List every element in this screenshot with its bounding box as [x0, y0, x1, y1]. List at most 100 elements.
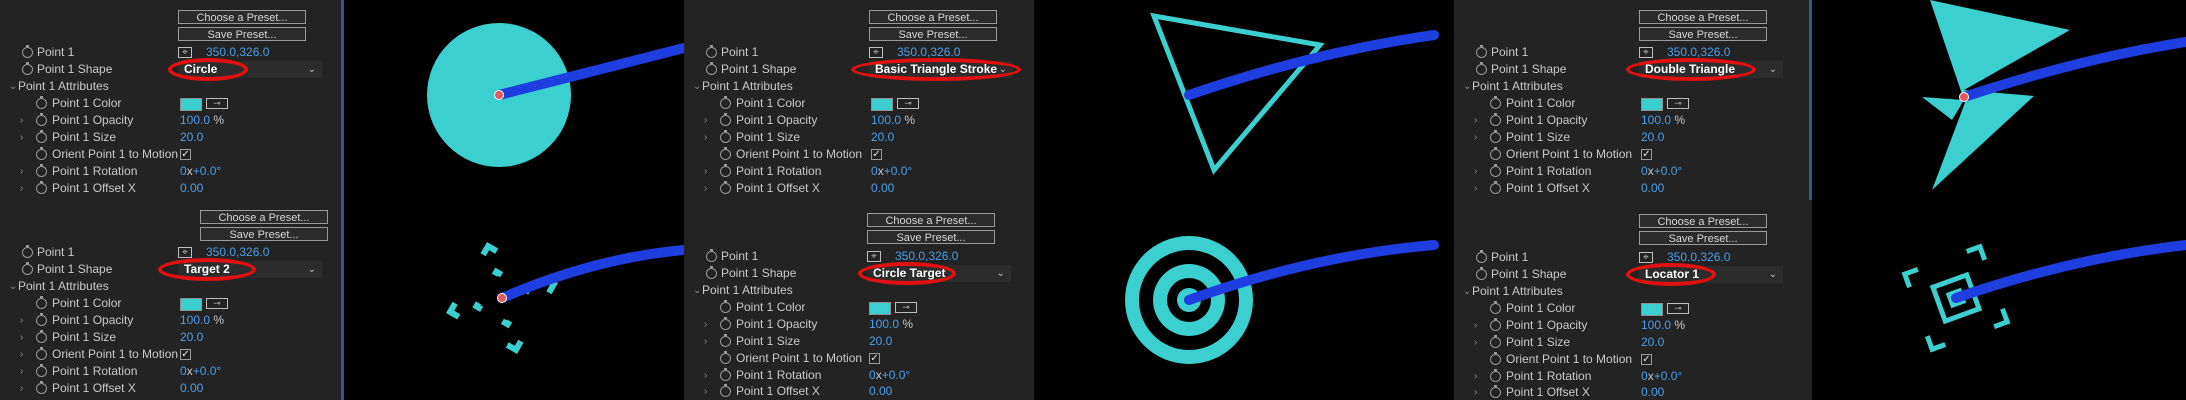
- anchor-point-icon[interactable]: [1959, 92, 1969, 102]
- stopwatch-icon[interactable]: [720, 351, 731, 364]
- choose-preset-button[interactable]: Choose a Preset...: [1639, 214, 1767, 228]
- opacity-value[interactable]: 100.0 %: [869, 316, 913, 333]
- stopwatch-icon[interactable]: [706, 62, 717, 75]
- opacity-value[interactable]: 100.0 %: [180, 312, 224, 329]
- twirl-arrow-icon[interactable]: ⌄: [9, 278, 17, 295]
- stopwatch-icon[interactable]: [720, 300, 731, 313]
- stopwatch-icon[interactable]: [1476, 62, 1487, 75]
- attributes-section[interactable]: ⌄ Point 1 Attributes: [0, 78, 344, 95]
- attributes-section[interactable]: ⌄ Point 1 Attributes: [1454, 78, 1812, 95]
- twirl-arrow-icon[interactable]: ›: [20, 329, 28, 346]
- eyedropper-icon[interactable]: ⊸: [897, 98, 919, 109]
- stopwatch-icon[interactable]: [36, 130, 47, 143]
- stopwatch-icon[interactable]: [706, 45, 717, 58]
- twirl-arrow-icon[interactable]: ›: [704, 383, 712, 400]
- stopwatch-icon[interactable]: [36, 381, 47, 394]
- twirl-arrow-icon[interactable]: ›: [1474, 180, 1482, 197]
- twirl-arrow-icon[interactable]: ›: [704, 367, 712, 384]
- eyedropper-icon[interactable]: ⊸: [895, 302, 917, 313]
- twirl-arrow-icon[interactable]: ›: [20, 312, 28, 329]
- orient-checkbox[interactable]: ✓: [180, 149, 191, 160]
- stopwatch-icon[interactable]: [36, 347, 47, 360]
- twirl-arrow-icon[interactable]: ›: [1474, 334, 1482, 351]
- anchor-point-icon[interactable]: [497, 293, 507, 303]
- stopwatch-icon[interactable]: [36, 147, 47, 160]
- composition-viewer-basic-triangle-stroke[interactable]: [1034, 0, 1454, 200]
- stopwatch-icon[interactable]: [22, 45, 33, 58]
- rotation-value[interactable]: 0x+0.0°: [1641, 163, 1682, 180]
- stopwatch-icon[interactable]: [720, 130, 731, 143]
- attributes-section[interactable]: ⌄ Point 1 Attributes: [684, 78, 1034, 95]
- orient-checkbox[interactable]: ✓: [180, 349, 191, 360]
- color-swatch[interactable]: [869, 302, 891, 315]
- size-value[interactable]: 20.0: [180, 129, 203, 146]
- stopwatch-icon[interactable]: [1490, 164, 1501, 177]
- attributes-section[interactable]: ⌄ Point 1 Attributes: [1454, 283, 1812, 300]
- size-value[interactable]: 20.0: [869, 333, 892, 350]
- choose-preset-button[interactable]: Choose a Preset...: [1639, 10, 1767, 24]
- rotation-value[interactable]: 0x+0.0°: [871, 163, 912, 180]
- stopwatch-icon[interactable]: [1490, 385, 1501, 398]
- stopwatch-icon[interactable]: [36, 330, 47, 343]
- anchor-point-icon[interactable]: [494, 90, 504, 100]
- stopwatch-icon[interactable]: [1490, 130, 1501, 143]
- save-preset-button[interactable]: Save Preset...: [200, 227, 328, 241]
- twirl-arrow-icon[interactable]: ›: [20, 112, 28, 129]
- stopwatch-icon[interactable]: [720, 164, 731, 177]
- color-swatch[interactable]: [180, 298, 202, 311]
- choose-preset-button[interactable]: Choose a Preset...: [178, 10, 306, 24]
- twirl-arrow-icon[interactable]: ›: [1474, 163, 1482, 180]
- stopwatch-icon[interactable]: [22, 62, 33, 75]
- twirl-arrow-icon[interactable]: ›: [704, 129, 712, 146]
- stopwatch-icon[interactable]: [706, 266, 717, 279]
- eyedropper-icon[interactable]: ⊸: [206, 98, 228, 109]
- crosshair-icon[interactable]: ⌖: [1639, 47, 1653, 58]
- stopwatch-icon[interactable]: [36, 181, 47, 194]
- opacity-value[interactable]: 100.0 %: [180, 112, 224, 129]
- offset-x-value[interactable]: 0.00: [180, 180, 203, 197]
- orient-checkbox[interactable]: ✓: [871, 149, 882, 160]
- eyedropper-icon[interactable]: ⊸: [1667, 303, 1689, 314]
- crosshair-icon[interactable]: ⌖: [1639, 252, 1653, 263]
- stopwatch-icon[interactable]: [22, 245, 33, 258]
- orient-checkbox[interactable]: ✓: [1641, 354, 1652, 365]
- twirl-arrow-icon[interactable]: ⌄: [9, 78, 17, 95]
- stopwatch-icon[interactable]: [1490, 352, 1501, 365]
- rotation-value[interactable]: 0x+0.0°: [869, 367, 910, 384]
- stopwatch-icon[interactable]: [1490, 96, 1501, 109]
- twirl-arrow-icon[interactable]: ⌄: [1463, 283, 1471, 300]
- rotation-value[interactable]: 0x+0.0°: [180, 363, 221, 380]
- stopwatch-icon[interactable]: [720, 384, 731, 397]
- crosshair-icon[interactable]: ⌖: [178, 247, 192, 258]
- offset-x-value[interactable]: 0.00: [1641, 180, 1664, 197]
- color-swatch[interactable]: [1641, 98, 1663, 111]
- twirl-arrow-icon[interactable]: ›: [704, 180, 712, 197]
- eyedropper-icon[interactable]: ⊸: [1667, 98, 1689, 109]
- twirl-arrow-icon[interactable]: ›: [20, 163, 28, 180]
- twirl-arrow-icon[interactable]: ›: [1474, 112, 1482, 129]
- twirl-arrow-icon[interactable]: ⌄: [693, 282, 701, 299]
- stopwatch-icon[interactable]: [720, 334, 731, 347]
- stopwatch-icon[interactable]: [720, 113, 731, 126]
- twirl-arrow-icon[interactable]: ›: [20, 129, 28, 146]
- stopwatch-icon[interactable]: [720, 96, 731, 109]
- twirl-arrow-icon[interactable]: ›: [20, 380, 28, 397]
- offset-x-value[interactable]: 0.00: [871, 180, 894, 197]
- opacity-value[interactable]: 100.0 %: [1641, 112, 1685, 129]
- attributes-section[interactable]: ⌄ Point 1 Attributes: [0, 278, 344, 295]
- crosshair-icon[interactable]: ⌖: [869, 47, 883, 58]
- opacity-value[interactable]: 100.0 %: [1641, 317, 1685, 334]
- stopwatch-icon[interactable]: [1490, 335, 1501, 348]
- choose-preset-button[interactable]: Choose a Preset...: [867, 213, 995, 227]
- twirl-arrow-icon[interactable]: ›: [1474, 368, 1482, 385]
- stopwatch-icon[interactable]: [1490, 369, 1501, 382]
- composition-viewer-locator-1[interactable]: [1812, 200, 2186, 400]
- stopwatch-icon[interactable]: [36, 364, 47, 377]
- twirl-arrow-icon[interactable]: ›: [1474, 317, 1482, 334]
- opacity-value[interactable]: 100.0 %: [871, 112, 915, 129]
- offset-x-value[interactable]: 0.00: [869, 383, 892, 400]
- twirl-arrow-icon[interactable]: ›: [1474, 384, 1482, 400]
- twirl-arrow-icon[interactable]: ›: [704, 163, 712, 180]
- size-value[interactable]: 20.0: [1641, 129, 1664, 146]
- save-preset-button[interactable]: Save Preset...: [1639, 231, 1767, 245]
